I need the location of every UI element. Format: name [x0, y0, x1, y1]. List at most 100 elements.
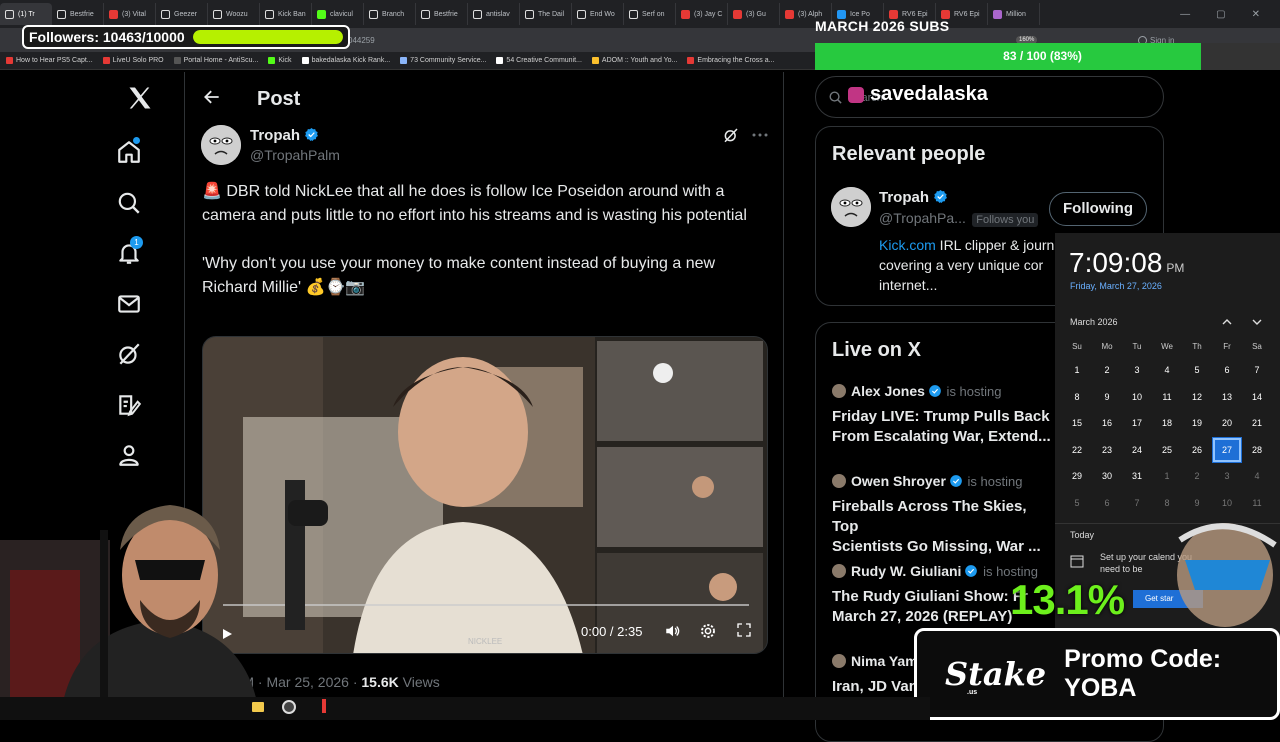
calendar-day[interactable]: 3: [1122, 357, 1152, 384]
calendar-day[interactable]: 9: [1092, 384, 1122, 411]
browser-tab[interactable]: (1) Tr: [0, 3, 52, 25]
calendar-day[interactable]: 11: [1152, 384, 1182, 411]
calendar-day[interactable]: 5: [1182, 357, 1212, 384]
relevant-name[interactable]: Tropah: [879, 189, 929, 206]
browser-tab[interactable]: Serf on: [624, 3, 676, 25]
calendar-day[interactable]: 20: [1212, 410, 1242, 437]
live-item[interactable]: Owen Shroyer is hosting Fireballs Across …: [832, 473, 1057, 557]
calendar-day[interactable]: 7: [1242, 357, 1272, 384]
obs-icon[interactable]: [282, 700, 296, 714]
calendar-day[interactable]: 2: [1092, 357, 1122, 384]
calendar-day[interactable]: 21: [1242, 410, 1272, 437]
bookmark-item[interactable]: bakedalaska Kick Rank...: [301, 57, 390, 64]
grok-explain-icon[interactable]: [722, 126, 742, 146]
calendar-prev-icon[interactable]: [1221, 315, 1233, 327]
calendar-day[interactable]: 1: [1062, 357, 1092, 384]
bookmark-item[interactable]: 73 Community Service...: [400, 57, 486, 64]
calendar-day[interactable]: 17: [1122, 410, 1152, 437]
calendar-day[interactable]: 12: [1182, 384, 1212, 411]
browser-tab[interactable]: The Dail: [520, 3, 572, 25]
home-icon[interactable]: [116, 137, 144, 167]
compose-icon[interactable]: [116, 392, 144, 420]
calendar-day[interactable]: 29: [1062, 463, 1092, 490]
calendar-day[interactable]: 5: [1062, 490, 1092, 517]
calendar-next-icon[interactable]: [1251, 315, 1263, 327]
x-logo-icon[interactable]: [126, 84, 154, 112]
browser-tab[interactable]: (3) Vital: [104, 3, 156, 25]
browser-tab[interactable]: Bestfrie: [52, 3, 104, 25]
calendar-day[interactable]: 19: [1182, 410, 1212, 437]
calendar-day[interactable]: 14: [1242, 384, 1272, 411]
calendar-day[interactable]: 8: [1152, 490, 1182, 517]
relevant-avatar[interactable]: [831, 187, 871, 227]
bookmark-item[interactable]: Embracing the Cross a...: [687, 57, 774, 64]
bookmark-item[interactable]: Portal Home - AntiScu...: [173, 57, 258, 64]
calendar-day[interactable]: 1: [1152, 463, 1182, 490]
bookmark-item[interactable]: ADOM :: Youth and Yo...: [591, 57, 677, 64]
browser-tab[interactable]: clavicul: [312, 3, 364, 25]
calendar-day[interactable]: 9: [1182, 490, 1212, 517]
notifications-bell-icon[interactable]: 1: [116, 236, 144, 268]
calendar-day[interactable]: 22: [1062, 437, 1092, 464]
volume-icon[interactable]: [663, 622, 683, 640]
author-name[interactable]: Tropah: [250, 127, 300, 144]
bookmark-item[interactable]: How to Hear PS5 Capt...: [6, 57, 93, 64]
file-explorer-icon[interactable]: [252, 702, 264, 712]
calendar-day[interactable]: 10: [1122, 384, 1152, 411]
tweet-text-line2: 'Why don't you use your money to make co…: [202, 255, 716, 296]
back-arrow-icon[interactable]: [202, 87, 222, 107]
calendar-day[interactable]: 2: [1182, 463, 1212, 490]
calendar-day[interactable]: 25: [1152, 437, 1182, 464]
calendar-day[interactable]: 8: [1062, 384, 1092, 411]
browser-tab[interactable]: Woozu: [208, 3, 260, 25]
bookmark-item[interactable]: LiveU Solo PRO: [102, 57, 164, 64]
calendar-day[interactable]: 6: [1212, 357, 1242, 384]
grok-icon[interactable]: [116, 341, 144, 369]
bookmark-item[interactable]: Kick: [268, 57, 292, 64]
browser-tab[interactable]: antislav: [468, 3, 520, 25]
video-settings-gear-icon[interactable]: [699, 622, 719, 640]
calendar-day[interactable]: 15: [1062, 410, 1092, 437]
tweet-text-line1: 🚨 DBR told NickLee that all he does is f…: [202, 183, 747, 224]
browser-tab[interactable]: (3) Jay C: [676, 3, 728, 25]
bookmark-item[interactable]: 54 Creative Communit...: [496, 57, 582, 64]
calendar-day[interactable]: 30: [1092, 463, 1122, 490]
profile-person-icon[interactable]: [116, 442, 144, 470]
calendar-day[interactable]: 31: [1122, 463, 1152, 490]
calendar-day[interactable]: 7: [1122, 490, 1152, 517]
calendar-day[interactable]: 18: [1152, 410, 1182, 437]
calendar-day[interactable]: 3: [1212, 463, 1242, 490]
tab-favicon-icon: [369, 9, 378, 19]
browser-tab[interactable]: (3) Gu: [728, 3, 780, 25]
author-avatar[interactable]: [201, 125, 241, 165]
calendar-day[interactable]: 4: [1242, 463, 1272, 490]
calendar-day[interactable]: 28: [1242, 437, 1272, 464]
browser-tab[interactable]: Branch: [364, 3, 416, 25]
browser-tab[interactable]: Geezer: [156, 3, 208, 25]
live-item[interactable]: Alex Jones is hosting Friday LIVE: Trump …: [832, 383, 1057, 447]
calendar-day[interactable]: 26: [1182, 437, 1212, 464]
calendar-day-today[interactable]: 27: [1212, 436, 1242, 463]
following-button[interactable]: Following: [1049, 192, 1147, 226]
browser-tab[interactable]: End Wo: [572, 3, 624, 25]
explore-search-icon[interactable]: [116, 190, 144, 218]
search-box[interactable]: Search savedalaska: [815, 76, 1164, 118]
calendar-day[interactable]: 23: [1092, 437, 1122, 464]
calendar-month[interactable]: March 2026: [1070, 317, 1118, 327]
clock-date[interactable]: Friday, March 27, 2026: [1070, 281, 1162, 291]
url-fragment[interactable]: 044259: [348, 36, 375, 45]
taskbar-app-icon[interactable]: [322, 699, 326, 713]
calendar-day[interactable]: 4: [1152, 357, 1182, 384]
calendar-day[interactable]: 13: [1212, 384, 1242, 411]
calendar-day[interactable]: 6: [1092, 490, 1122, 517]
calendar-day[interactable]: 11: [1242, 490, 1272, 517]
calendar-day[interactable]: 24: [1122, 437, 1152, 464]
fullscreen-icon[interactable]: [736, 622, 754, 640]
bio-link[interactable]: Kick.com: [879, 237, 936, 253]
browser-tab[interactable]: Bestfrie: [416, 3, 468, 25]
messages-mail-icon[interactable]: [116, 291, 144, 319]
browser-tab[interactable]: Kick Ban: [260, 3, 312, 25]
calendar-day[interactable]: 16: [1092, 410, 1122, 437]
calendar-day[interactable]: 10: [1212, 490, 1242, 517]
more-options-icon[interactable]: [751, 128, 769, 144]
